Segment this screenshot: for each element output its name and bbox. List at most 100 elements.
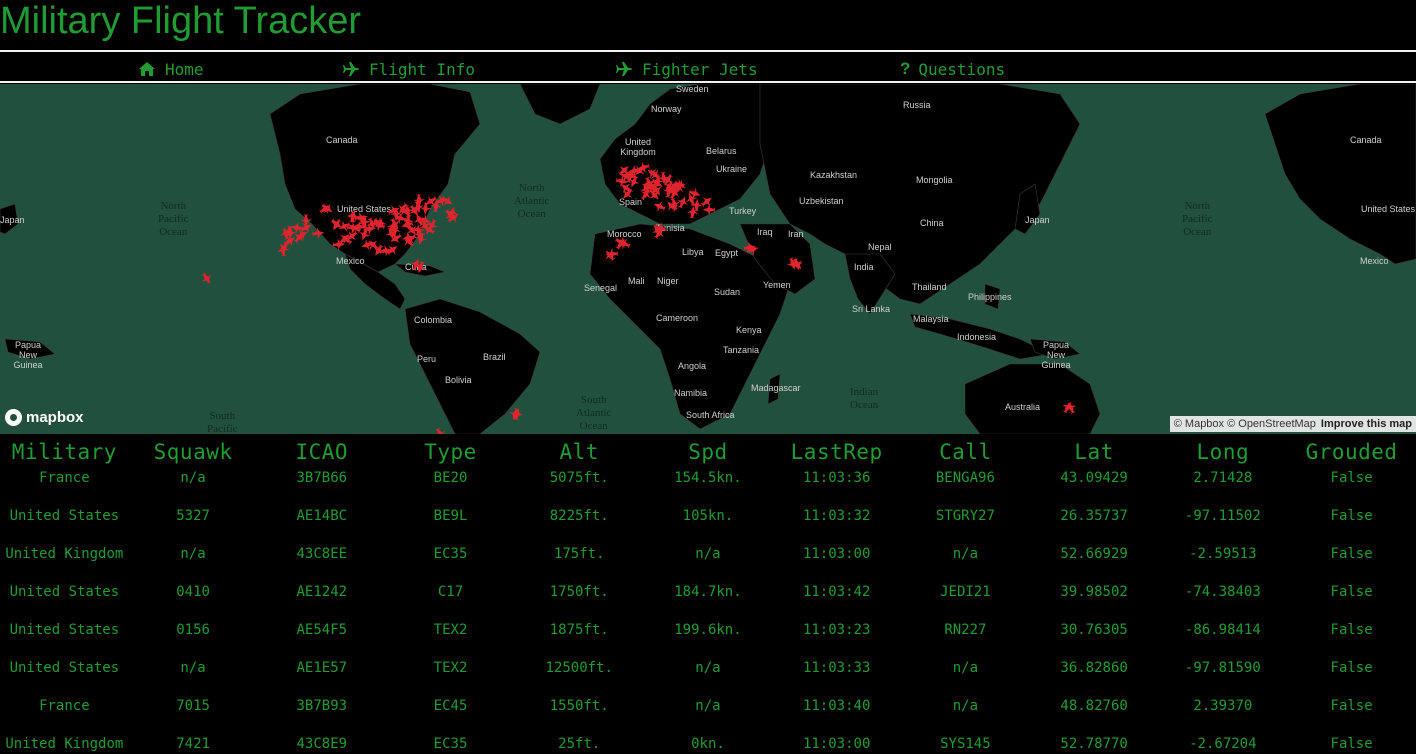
table-cell: SYS145	[940, 736, 991, 752]
table-cell: 30.76305	[1060, 622, 1128, 638]
table-cell: 11:03:00	[802, 736, 871, 752]
table-row[interactable]: France n/a 3B7B66 BE20 5075ft. 154.5kn. 11:03:…	[0, 468, 1416, 506]
table-cell: United States	[9, 622, 120, 638]
flight-map[interactable]: Canada United States Mexico Cuba Colombi…	[0, 84, 1416, 434]
table-cell: United States	[9, 660, 120, 676]
table-cell: 0kn.	[691, 736, 725, 752]
table-cell: France	[39, 470, 90, 486]
table-cell: n/a	[180, 660, 206, 676]
table-cell: 2.71428	[1193, 470, 1253, 486]
nav-fighter-jets[interactable]: Fighter Jets	[615, 59, 758, 79]
table-cell: n/a	[180, 546, 206, 562]
home-icon	[139, 62, 155, 76]
table-cell: n/a	[952, 698, 979, 714]
table-cell: 3B7B66	[296, 470, 348, 486]
table-cell: 11:03:33	[802, 660, 871, 676]
table-cell: -2.67204	[1189, 736, 1257, 752]
table-cell: United Kingdom	[5, 736, 124, 752]
table-cell: n/a	[695, 546, 721, 562]
table-row[interactable]: United States 0156 AE54F5 TEX2 1875ft. 199.6k…	[0, 620, 1416, 658]
column-header: Military	[11, 440, 117, 464]
table-cell: n/a	[180, 470, 206, 486]
table-cell: False	[1330, 622, 1373, 638]
table-cell: False	[1330, 546, 1373, 562]
table-cell: -97.11502	[1184, 508, 1261, 524]
table-cell: JEDI21	[940, 584, 991, 600]
table-cell: -74.38403	[1184, 584, 1261, 600]
table-row[interactable]: United Kingdom n/a 43C8EE EC35 175ft. n/a 11:0…	[0, 544, 1416, 582]
table-cell: 154.5kn.	[674, 470, 742, 486]
table-cell: n/a	[695, 660, 721, 676]
map-attribution: © Mapbox © OpenStreetMap Improve this map	[1169, 416, 1416, 432]
plane-icon	[343, 62, 359, 76]
table-cell: United States	[9, 508, 120, 524]
table-cell: EC45	[433, 698, 468, 714]
column-header: Long	[1196, 440, 1250, 464]
flights-table: Military Squawk ICAO Type Alt Spd LastRep Call L…	[0, 436, 1416, 754]
table-cell: 43C8E9	[296, 736, 348, 752]
aircraft-marker-icon[interactable]	[419, 202, 432, 215]
aircraft-marker-icon[interactable]	[346, 210, 359, 223]
table-cell: 3B7B93	[296, 698, 348, 714]
table-cell: 11:03:42	[802, 584, 871, 600]
table-cell: 7015	[176, 698, 210, 714]
table-cell: 5075ft.	[549, 470, 609, 486]
aircraft-marker-icon[interactable]	[312, 227, 325, 240]
aircraft-marker-icon[interactable]	[699, 193, 716, 210]
aircraft-marker-icon[interactable]	[432, 426, 448, 434]
aircraft-marker-icon[interactable]	[1060, 399, 1076, 415]
aircraft-marker-icon[interactable]	[199, 270, 216, 287]
table-cell: False	[1330, 470, 1373, 486]
table-cell: False	[1330, 508, 1373, 524]
table-cell: False	[1330, 660, 1373, 676]
aircraft-marker-icon[interactable]	[651, 198, 667, 214]
table-cell: AE1E57	[296, 660, 348, 676]
column-header: Call	[939, 440, 992, 464]
aircraft-marker-icon[interactable]	[328, 217, 344, 233]
aircraft-marker-icon[interactable]	[675, 194, 691, 210]
aircraft-marker-icon[interactable]	[743, 241, 757, 255]
plane-icon	[616, 62, 632, 76]
table-cell: 5327	[176, 508, 210, 524]
table-row[interactable]: United States 5327 AE14BC BE9L 8225ft. 105kn.…	[0, 506, 1416, 544]
table-cell: 11:03:00	[802, 546, 871, 562]
column-header: Spd	[688, 440, 728, 464]
aircraft-marker-icon[interactable]	[319, 200, 336, 217]
table-cell: TEX2	[433, 660, 468, 676]
column-header: LastRep	[790, 440, 883, 464]
table-cell: 43.09429	[1060, 470, 1128, 486]
table-cell: False	[1330, 698, 1373, 714]
table-cell: 43C8EE	[296, 546, 348, 562]
nav-flight-info[interactable]: Flight Info	[342, 59, 475, 79]
aircraft-marker-icon[interactable]	[702, 203, 715, 216]
table-cell: 199.6kn.	[674, 622, 742, 638]
column-header: ICAO	[295, 440, 349, 464]
improve-map-link[interactable]: Improve this map	[1321, 418, 1412, 430]
table-row[interactable]: United States 0410 AE1242 C17 1750ft. 184.7kn…	[0, 582, 1416, 620]
table-row[interactable]: United Kingdom 7421 43C8E9 EC35 25ft. 0kn. 11:…	[0, 734, 1416, 754]
aircraft-marker-icon[interactable]	[276, 243, 290, 257]
table-row[interactable]: United States n/a AE1E57 TEX2 12500ft. n/a 11:…	[0, 658, 1416, 696]
table-cell: RN227	[944, 622, 987, 638]
nav-questions[interactable]: ? Questions	[900, 59, 1005, 79]
aircraft-layer	[199, 161, 1079, 434]
table-cell: AE54F5	[296, 622, 348, 638]
nav-fighter-jets-label: Fighter Jets	[642, 59, 758, 79]
aircraft-marker-icon[interactable]	[1063, 399, 1079, 415]
column-header: Alt	[559, 440, 599, 464]
table-cell: 2.39370	[1193, 698, 1253, 714]
table-cell: 0410	[176, 584, 210, 600]
table-cell: -86.98414	[1184, 622, 1261, 638]
column-header: Lat	[1074, 440, 1114, 464]
table-cell: United States	[9, 584, 120, 600]
aircraft-marker-icon[interactable]	[413, 194, 426, 207]
nav-flight-info-label: Flight Info	[369, 59, 475, 79]
aircraft-marker-icon[interactable]	[745, 242, 760, 257]
mapbox-logo[interactable]: mapbox	[5, 409, 84, 426]
column-header: Type	[424, 440, 477, 464]
table-row[interactable]: France 7015 3B7B93 EC45 1550ft. n/a 11:03:40 n/…	[0, 696, 1416, 734]
mapbox-icon	[5, 409, 22, 426]
page-title: Military Flight Tracker	[0, 0, 362, 42]
table-cell: BE20	[433, 470, 468, 486]
nav-home[interactable]: Home	[138, 59, 204, 79]
